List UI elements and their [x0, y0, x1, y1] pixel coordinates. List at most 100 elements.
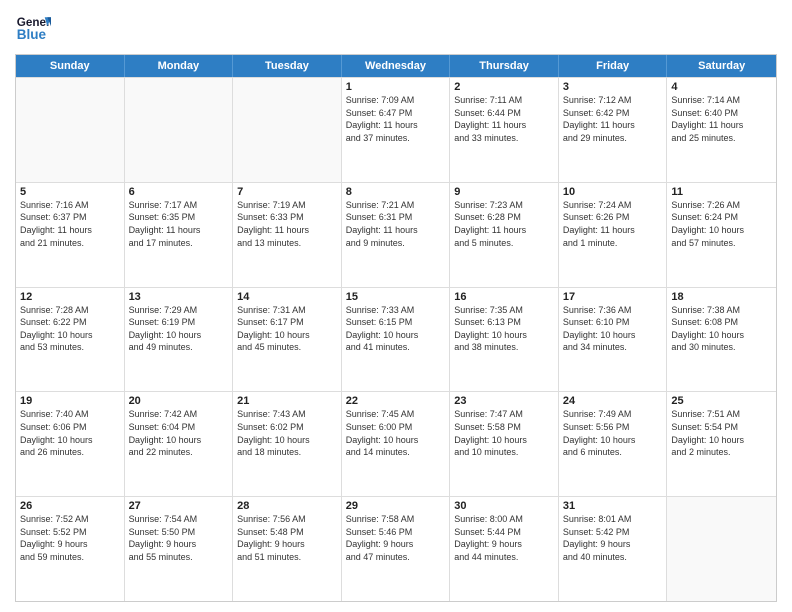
day-number: 7: [237, 186, 337, 198]
cell-line: Sunrise: 7:16 AM: [20, 199, 120, 212]
day-number: 21: [237, 395, 337, 407]
cell-line: Daylight: 9 hours: [129, 538, 229, 551]
cell-line: Sunrise: 7:23 AM: [454, 199, 554, 212]
day-number: 11: [671, 186, 772, 198]
calendar-row: 19Sunrise: 7:40 AMSunset: 6:06 PMDayligh…: [16, 391, 776, 496]
weekday-header: Wednesday: [342, 55, 451, 77]
empty-cell: [667, 497, 776, 601]
cell-line: Sunrise: 7:24 AM: [563, 199, 663, 212]
cell-line: and 57 minutes.: [671, 237, 772, 250]
cell-line: Daylight: 11 hours: [563, 224, 663, 237]
cell-line: and 59 minutes.: [20, 551, 120, 564]
cell-line: Daylight: 10 hours: [20, 329, 120, 342]
day-number: 3: [563, 81, 663, 93]
cell-line: Sunset: 5:54 PM: [671, 421, 772, 434]
weekday-header: Friday: [559, 55, 668, 77]
calendar-body: 1Sunrise: 7:09 AMSunset: 6:47 PM Daylight…: [16, 77, 776, 601]
day-number: 26: [20, 500, 120, 512]
logo-icon: General Blue: [15, 10, 51, 46]
cell-line: Daylight: 10 hours: [346, 434, 446, 447]
cell-line: Sunrise: 7:54 AM: [129, 513, 229, 526]
cell-line: Sunrise: 7:49 AM: [563, 408, 663, 421]
day-number: 13: [129, 291, 229, 303]
day-number: 6: [129, 186, 229, 198]
cell-line: and 13 minutes.: [237, 237, 337, 250]
cell-line: Sunset: 6:22 PM: [20, 316, 120, 329]
logo: General Blue: [15, 10, 51, 46]
cell-line: Sunrise: 7:28 AM: [20, 304, 120, 317]
cell-line: Sunrise: 7:35 AM: [454, 304, 554, 317]
cell-line: Sunrise: 7:17 AM: [129, 199, 229, 212]
calendar-row: 5Sunrise: 7:16 AMSunset: 6:37 PMDaylight…: [16, 182, 776, 287]
cell-line: and 25 minutes.: [671, 132, 772, 145]
cell-line: Sunset: 6:17 PM: [237, 316, 337, 329]
cell-line: Sunrise: 7:38 AM: [671, 304, 772, 317]
calendar-cell: 30Sunrise: 8:00 AMSunset: 5:44 PMDayligh…: [450, 497, 559, 601]
cell-line: Sunrise: 7:26 AM: [671, 199, 772, 212]
header: General Blue: [15, 10, 777, 46]
svg-text:Blue: Blue: [17, 27, 47, 42]
calendar-cell: 23Sunrise: 7:47 AMSunset: 5:58 PMDayligh…: [450, 392, 559, 496]
calendar-cell: 19Sunrise: 7:40 AMSunset: 6:06 PMDayligh…: [16, 392, 125, 496]
cell-line: Sunset: 5:42 PM: [563, 526, 663, 539]
cell-line: and 38 minutes.: [454, 341, 554, 354]
cell-line: Daylight: 11 hours: [563, 119, 663, 132]
cell-line: Daylight: 10 hours: [563, 434, 663, 447]
calendar-cell: 26Sunrise: 7:52 AMSunset: 5:52 PMDayligh…: [16, 497, 125, 601]
cell-line: Daylight: 10 hours: [454, 329, 554, 342]
calendar-cell: 13Sunrise: 7:29 AMSunset: 6:19 PMDayligh…: [125, 288, 234, 392]
calendar-cell: 28Sunrise: 7:56 AMSunset: 5:48 PMDayligh…: [233, 497, 342, 601]
cell-line: Daylight: 10 hours: [237, 434, 337, 447]
empty-cell: [125, 78, 234, 182]
cell-line: Sunset: 6:47 PM: [346, 107, 446, 120]
cell-line: Daylight: 10 hours: [454, 434, 554, 447]
day-number: 15: [346, 291, 446, 303]
cell-line: and 30 minutes.: [671, 341, 772, 354]
cell-line: Sunrise: 7:42 AM: [129, 408, 229, 421]
cell-line: Sunrise: 7:45 AM: [346, 408, 446, 421]
cell-line: Sunrise: 7:19 AM: [237, 199, 337, 212]
cell-line: Sunrise: 7:58 AM: [346, 513, 446, 526]
cell-line: and 49 minutes.: [129, 341, 229, 354]
day-number: 27: [129, 500, 229, 512]
cell-line: Sunrise: 7:14 AM: [671, 94, 772, 107]
cell-line: Daylight: 10 hours: [20, 434, 120, 447]
cell-line: and 53 minutes.: [20, 341, 120, 354]
calendar-cell: 9Sunrise: 7:23 AMSunset: 6:28 PMDaylight…: [450, 183, 559, 287]
cell-line: Daylight: 11 hours: [129, 224, 229, 237]
cell-line: Sunrise: 7:51 AM: [671, 408, 772, 421]
cell-line: Daylight: 11 hours: [454, 224, 554, 237]
day-number: 30: [454, 500, 554, 512]
day-number: 14: [237, 291, 337, 303]
cell-line: Sunset: 6:37 PM: [20, 211, 120, 224]
cell-line: and 2 minutes.: [671, 446, 772, 459]
cell-line: Sunset: 6:04 PM: [129, 421, 229, 434]
calendar-row: 12Sunrise: 7:28 AMSunset: 6:22 PMDayligh…: [16, 287, 776, 392]
cell-line: Daylight: 11 hours: [454, 119, 554, 132]
cell-line: and 55 minutes.: [129, 551, 229, 564]
cell-line: Sunset: 6:00 PM: [346, 421, 446, 434]
calendar-cell: 16Sunrise: 7:35 AMSunset: 6:13 PMDayligh…: [450, 288, 559, 392]
calendar-cell: 20Sunrise: 7:42 AMSunset: 6:04 PMDayligh…: [125, 392, 234, 496]
calendar-cell: 17Sunrise: 7:36 AMSunset: 6:10 PMDayligh…: [559, 288, 668, 392]
cell-line: Daylight: 10 hours: [129, 434, 229, 447]
cell-line: Sunset: 6:44 PM: [454, 107, 554, 120]
empty-cell: [233, 78, 342, 182]
cell-line: Sunrise: 7:31 AM: [237, 304, 337, 317]
cell-line: Sunrise: 7:11 AM: [454, 94, 554, 107]
cell-line: Sunset: 6:15 PM: [346, 316, 446, 329]
calendar-cell: 24Sunrise: 7:49 AMSunset: 5:56 PMDayligh…: [559, 392, 668, 496]
cell-line: and 26 minutes.: [20, 446, 120, 459]
cell-line: Sunset: 6:13 PM: [454, 316, 554, 329]
weekday-header: Monday: [125, 55, 234, 77]
page: General Blue SundayMondayTuesdayWednesda…: [0, 0, 792, 612]
cell-line: and 34 minutes.: [563, 341, 663, 354]
cell-line: Sunset: 5:44 PM: [454, 526, 554, 539]
cell-line: and 1 minute.: [563, 237, 663, 250]
cell-line: Sunset: 6:35 PM: [129, 211, 229, 224]
cell-line: Sunrise: 7:40 AM: [20, 408, 120, 421]
day-number: 1: [346, 81, 446, 93]
cell-line: Sunrise: 7:09 AM: [346, 94, 446, 107]
calendar: SundayMondayTuesdayWednesdayThursdayFrid…: [15, 54, 777, 602]
cell-line: Daylight: 9 hours: [20, 538, 120, 551]
